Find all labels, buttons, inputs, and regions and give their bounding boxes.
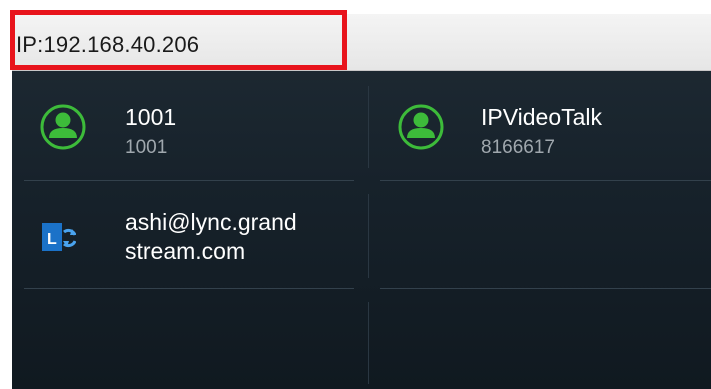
account-name: ashi@lync.grand stream.com: [125, 208, 365, 266]
account-name-line: stream.com: [125, 238, 246, 264]
ip-address-text: IP:192.168.40.206: [16, 32, 200, 57]
account-tile-ipvideotalk[interactable]: IPVideoTalk 8166617: [370, 84, 711, 180]
account-name: 1001: [125, 104, 177, 130]
divider: [368, 194, 369, 278]
empty-account-tile[interactable]: [370, 302, 711, 389]
account-name: IPVideoTalk: [481, 104, 603, 130]
account-number: 1001: [125, 137, 168, 158]
divider: [24, 288, 354, 289]
contact-avatar-icon: [40, 104, 86, 150]
lync-icon: L: [42, 223, 76, 251]
contact-avatar-icon: [398, 104, 444, 150]
svg-text:L: L: [47, 231, 57, 248]
divider: [24, 180, 354, 181]
divider: [380, 288, 711, 289]
divider: [380, 180, 711, 181]
divider: [368, 86, 369, 168]
account-tile-lync[interactable]: L ashi@lync.grand stream.com: [12, 194, 357, 290]
empty-account-tile[interactable]: [12, 302, 357, 389]
accounts-panel: IP:192.168.40.206 1001 1001 IPVideoTalk …: [12, 14, 711, 389]
divider: [368, 302, 369, 384]
account-tile-1001[interactable]: 1001 1001: [12, 84, 357, 180]
account-number: 8166617: [481, 137, 555, 158]
empty-account-tile[interactable]: [370, 194, 711, 290]
account-name-line: ashi@lync.grand: [125, 209, 297, 235]
ip-status-bar: IP:192.168.40.206: [12, 14, 711, 71]
